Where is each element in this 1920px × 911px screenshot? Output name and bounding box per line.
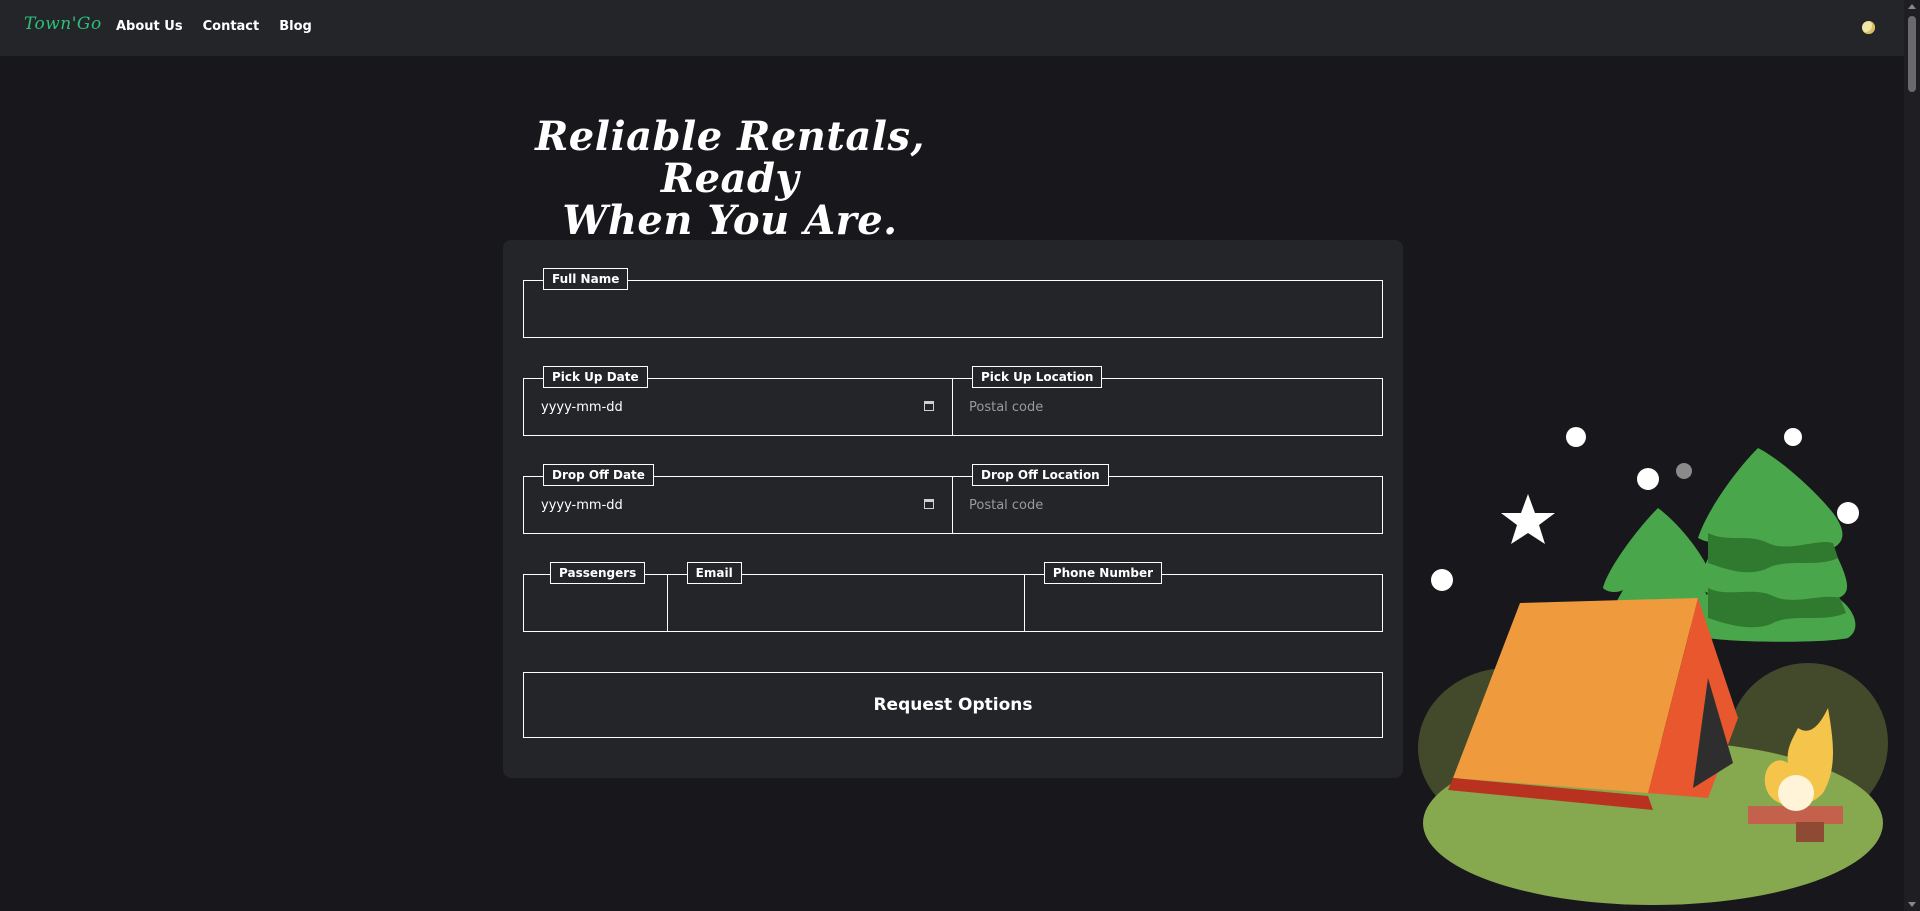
star-icon <box>1501 494 1555 544</box>
page-scrollbar[interactable] <box>1904 0 1920 911</box>
nav-link-blog[interactable]: Blog <box>279 19 312 34</box>
scroll-up-arrow-icon[interactable] <box>1908 4 1916 9</box>
passengers-label: Passengers <box>550 562 646 584</box>
log <box>1796 822 1824 842</box>
dropoff-date-label: Drop Off Date <box>543 464 654 486</box>
scroll-thumb[interactable] <box>1908 16 1916 92</box>
campsite-illustration <box>1418 427 1888 905</box>
phone-number-label: Phone Number <box>1043 562 1163 584</box>
snow-dot <box>1784 428 1802 446</box>
snow-dot <box>1837 502 1859 524</box>
pickup-location-placeholder[interactable]: Postal code <box>969 400 1043 415</box>
theme-toggle-moon-icon[interactable] <box>1862 21 1875 34</box>
scroll-down-arrow-icon[interactable] <box>1908 902 1916 907</box>
dropoff-row: Drop Off Date yyyy-mm-dd Drop Off Locati… <box>523 464 1383 534</box>
email-field: Email <box>667 562 1025 631</box>
calendar-icon[interactable] <box>924 401 934 411</box>
nav-links: About Us Contact Blog <box>116 19 312 34</box>
dropoff-date-placeholder[interactable]: yyyy-mm-dd <box>541 498 623 513</box>
dropoff-location-placeholder[interactable]: Postal code <box>969 498 1043 513</box>
email-label: Email <box>686 562 742 584</box>
calendar-icon[interactable] <box>924 499 934 509</box>
pickup-row: Pick Up Date yyyy-mm-dd Pick Up Location… <box>523 366 1383 436</box>
snow-dot <box>1566 427 1586 447</box>
flame-core <box>1778 775 1814 811</box>
pickup-date-field[interactable]: Pick Up Date yyyy-mm-dd <box>524 366 953 435</box>
dropoff-location-field[interactable]: Drop Off Location Postal code <box>953 464 1382 533</box>
full-name-row: Full Name <box>523 268 1383 338</box>
phone-number-field: Phone Number <box>1024 562 1383 631</box>
snow-dot <box>1431 569 1453 591</box>
hero-title-line-1: Reliable Rentals, Ready <box>535 113 925 202</box>
hero-title: Reliable Rentals, Ready When You Are. <box>500 116 960 242</box>
dropoff-location-label: Drop Off Location <box>972 464 1109 486</box>
brand-logo[interactable]: Town'Go <box>24 14 102 34</box>
full-name-input[interactable] <box>524 281 1382 337</box>
pickup-location-label: Pick Up Location <box>972 366 1103 388</box>
passengers-field: Passengers <box>524 562 668 631</box>
snow-dot <box>1676 463 1692 479</box>
full-name-field: Full Name <box>524 268 1382 337</box>
snow-dot <box>1637 468 1659 490</box>
top-navbar: Town'Go About Us Contact Blog <box>0 0 1904 56</box>
hero-title-line-2: When You Are. <box>562 197 898 244</box>
rental-request-form: Full Name Pick Up Date yyyy-mm-dd Pick U… <box>503 240 1403 778</box>
pickup-date-placeholder[interactable]: yyyy-mm-dd <box>541 400 623 415</box>
full-name-label: Full Name <box>543 268 629 290</box>
pickup-location-field[interactable]: Pick Up Location Postal code <box>953 366 1382 435</box>
request-options-button[interactable]: Request Options <box>523 672 1383 738</box>
contact-row: Passengers Email Phone Number <box>523 562 1383 632</box>
dropoff-date-field[interactable]: Drop Off Date yyyy-mm-dd <box>524 464 953 533</box>
pickup-date-label: Pick Up Date <box>543 366 648 388</box>
nav-link-contact[interactable]: Contact <box>203 19 260 34</box>
nav-link-about-us[interactable]: About Us <box>116 19 183 34</box>
